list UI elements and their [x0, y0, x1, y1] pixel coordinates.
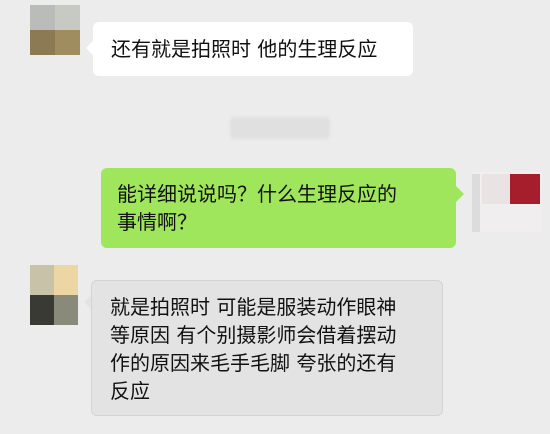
timestamp-blurred — [230, 117, 330, 139]
message-bubble-incoming[interactable]: 还有就是拍照时 他的生理反应 — [93, 22, 413, 76]
avatar-pixel — [482, 174, 510, 204]
message-text-line: 能详细说说吗？什么生理反应的 — [117, 182, 397, 206]
message-text: 还有就是拍照时 他的生理反应 — [111, 37, 378, 61]
avatar-pixel — [510, 174, 540, 204]
contact-avatar[interactable] — [30, 265, 78, 325]
message-text-line: 等原因 有个别摄影师会借着摆动 — [110, 323, 397, 347]
bubble-tail — [456, 186, 464, 202]
self-avatar[interactable] — [472, 172, 542, 232]
avatar-pixel — [30, 265, 54, 295]
avatar-pixel — [54, 265, 78, 295]
avatar-pixel — [55, 30, 80, 55]
message-bubble-outgoing[interactable]: 能详细说说吗？什么生理反应的 事情啊？ — [101, 168, 456, 248]
message-text-line: 反应 — [110, 379, 150, 403]
message-bubble-incoming[interactable]: 就是拍照时 可能是服装动作眼神 等原因 有个别摄影师会借着摆动 作的原因来毛手毛… — [91, 280, 443, 416]
avatar-pixel — [30, 5, 55, 30]
message-text-line: 作的原因来毛手毛脚 夸张的还有 — [110, 351, 397, 375]
avatar-pixel — [54, 295, 78, 325]
contact-avatar[interactable] — [30, 5, 80, 55]
avatar-pixel — [30, 30, 55, 55]
message-text-line: 就是拍照时 可能是服装动作眼神 — [110, 295, 397, 319]
message-text-line: 事情啊？ — [117, 210, 197, 234]
avatar-pixel — [472, 174, 480, 232]
avatar-pixel — [30, 295, 54, 325]
avatar-pixel — [55, 5, 80, 30]
